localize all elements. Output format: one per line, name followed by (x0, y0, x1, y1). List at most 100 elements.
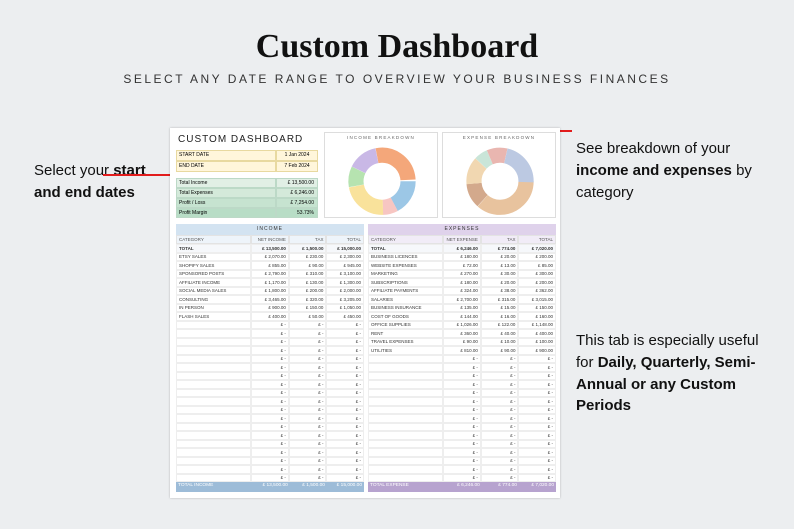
cell: £ - (326, 380, 364, 389)
cell: £ - (289, 423, 327, 432)
kpi-box: Total Income£ 13,500.00 Total Expenses£ … (176, 178, 318, 218)
end-date-value: 7 Feb 2024 (276, 161, 318, 172)
cell: £ 774.00 (482, 482, 519, 492)
cell: £ 400.00 (518, 329, 556, 338)
col: CATEGORY (176, 235, 251, 244)
col: TAX (289, 235, 327, 244)
cell: IN PERSON (176, 304, 251, 313)
cell: £ 16.00 (481, 312, 519, 321)
cell: £ 1,026.00 (443, 321, 481, 330)
cell (368, 406, 443, 415)
cell: £ - (443, 448, 481, 457)
cell: £ 150.00 (518, 304, 556, 313)
cell: £ 2,070.00 (251, 253, 289, 262)
table-row: AFFILIATE PAYMENTS£ 324.00£ 38.00£ 362.0… (368, 287, 556, 296)
cell: £ - (289, 380, 327, 389)
cell: £ - (518, 440, 556, 449)
table-row: SHOPIFY SALES£ 855.00£ 90.00£ 945.00 (176, 261, 364, 270)
table-row: WEBSITE EXPENSES£ 72.00£ 13.00£ 85.00 (368, 261, 556, 270)
table-row: SPONSORED POSTS£ 2,790.00£ 310.00£ 3,100… (176, 270, 364, 279)
cell (176, 321, 251, 330)
cell: £ 13.00 (481, 261, 519, 270)
cell: £ - (518, 474, 556, 483)
cell: £ - (326, 329, 364, 338)
donut-icon (325, 140, 439, 216)
cell (368, 474, 443, 483)
cell: £ - (481, 363, 519, 372)
cell: SUBSCRIPTIONS (368, 278, 443, 287)
cell: £ - (481, 414, 519, 423)
table-row: AFFILIATE INCOME£ 1,170.00£ 130.00£ 1,30… (176, 278, 364, 287)
cell: £ - (326, 372, 364, 381)
cell: £ 2,700.00 (443, 295, 481, 304)
cell: £ - (251, 414, 289, 423)
cell: £ 50.00 (289, 312, 327, 321)
cell: £ 200.00 (289, 287, 327, 296)
cell: £ 230.00 (289, 253, 327, 262)
cell: £ - (443, 423, 481, 432)
table-row: £ -£ -£ - (176, 355, 364, 364)
cell: £ - (289, 389, 327, 398)
table-row: £ -£ -£ - (176, 321, 364, 330)
cell: £ - (518, 423, 556, 432)
cell: £ - (251, 448, 289, 457)
cell: £ - (326, 448, 364, 457)
donut-icon (443, 140, 557, 216)
kpi-value: £ 13,500.00 (276, 178, 318, 188)
cell: £ 1,148.00 (518, 321, 556, 330)
cell (368, 389, 443, 398)
cell: £ - (481, 406, 519, 415)
table-row: COST OF GOODS£ 144.00£ 16.00£ 160.00 (368, 312, 556, 321)
income-table: INCOME CATEGORY NET INCOME TAX TOTAL TOT… (176, 224, 364, 494)
table-row: £ -£ -£ - (176, 338, 364, 347)
cell: £ - (251, 440, 289, 449)
cell: £ - (443, 397, 481, 406)
cell (176, 372, 251, 381)
cell: £ - (326, 414, 364, 423)
cell: £ - (289, 474, 327, 483)
page-title: Custom Dashboard (0, 0, 794, 66)
cell (176, 397, 251, 406)
cell: £ - (481, 474, 519, 483)
cell: £ - (326, 457, 364, 466)
kpi-label: Profit / Loss (176, 198, 276, 208)
cell: £ - (251, 355, 289, 364)
cell: £ 15.00 (481, 304, 519, 313)
cell: £ 855.00 (251, 261, 289, 270)
cell: £ 3,100.00 (326, 270, 364, 279)
cell: £ 2,300.00 (326, 253, 364, 262)
annotation-breakdown: See breakdown of your income and expense… (576, 138, 756, 203)
cell: £ 3,015.00 (518, 295, 556, 304)
table-row: ETSY SALES£ 2,070.00£ 230.00£ 2,300.00 (176, 253, 364, 262)
annotation-dates: Select your start and end dates (34, 160, 154, 204)
table-row: £ -£ -£ - (176, 346, 364, 355)
kpi-label: Total Expenses (176, 188, 276, 198)
table-row: £ -£ -£ - (368, 372, 556, 381)
cell: £ - (443, 372, 481, 381)
table-row: £ -£ -£ - (368, 457, 556, 466)
table-row: £ -£ -£ - (176, 457, 364, 466)
cell: £ - (289, 321, 327, 330)
table-row: BUSINESS INSURANCE£ 135.00£ 15.00£ 150.0… (368, 304, 556, 313)
cell: £ - (251, 423, 289, 432)
cell: £ 810.00 (443, 346, 481, 355)
cell: £ - (518, 406, 556, 415)
col: TOTAL (518, 235, 556, 244)
cell: £ 400.00 (251, 312, 289, 321)
table-row: IN PERSON£ 900.00£ 150.00£ 1,050.00 (176, 304, 364, 313)
cell: £ - (326, 338, 364, 347)
table-row: £ -£ -£ - (368, 389, 556, 398)
cell: £ 122.00 (481, 321, 519, 330)
cell: TRAVEL EXPENSES (368, 338, 443, 347)
cell: £ - (443, 474, 481, 483)
arrow-icon (103, 174, 175, 176)
cell: £ - (443, 389, 481, 398)
cell (176, 338, 251, 347)
cell: £ - (326, 397, 364, 406)
table-row: £ -£ -£ - (368, 355, 556, 364)
cell: £ - (289, 448, 327, 457)
cell: £ - (518, 431, 556, 440)
cell: £ 72.00 (443, 261, 481, 270)
kpi-value: 53.73% (276, 208, 318, 218)
cell: £ - (251, 338, 289, 347)
